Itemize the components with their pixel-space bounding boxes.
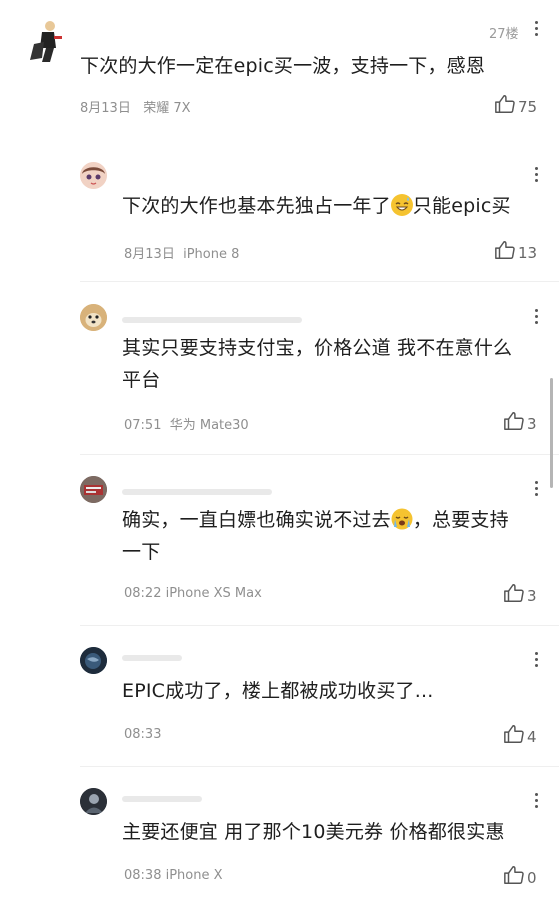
- reply-time: 08:38: [124, 868, 162, 883]
- like-count: 75: [518, 98, 538, 116]
- like-count: 3: [527, 587, 537, 605]
- comment-text: 下次的大作一定在epic买一波，支持一下，感恩: [80, 55, 486, 77]
- scrollbar[interactable]: [550, 378, 553, 488]
- username: [122, 489, 272, 495]
- avatar[interactable]: [80, 162, 107, 189]
- thumbs-up-icon: [504, 725, 524, 743]
- more-options-icon[interactable]: [535, 309, 539, 327]
- like-count: 4: [527, 728, 537, 746]
- reply-text: 确实，一直白嫖也确实说不过去 ，总要支持 一下: [122, 504, 509, 568]
- reply-time: 08:33: [124, 727, 162, 742]
- username: [122, 796, 202, 802]
- like-button[interactable]: 0: [503, 864, 537, 886]
- avatar[interactable]: [80, 647, 107, 674]
- reply-date: 8月13日: [124, 247, 175, 262]
- reply-text-part: 确实，一直白嫖也确实说不过去: [122, 509, 391, 531]
- grinning-sweat-emoji-icon: [390, 194, 413, 216]
- thumbs-up-icon: [504, 866, 524, 884]
- reply-meta: 08:22 iPhone XS Max: [124, 586, 262, 601]
- like-count: 0: [527, 869, 537, 887]
- reply-text: EPIC成功了，楼上都被成功收买了...: [122, 680, 434, 702]
- more-options-icon[interactable]: [535, 21, 539, 39]
- like-button[interactable]: 3: [503, 582, 537, 604]
- comment-device: 荣耀 7X: [143, 101, 191, 116]
- reply-text-line: 一下: [122, 541, 161, 563]
- like-count: 3: [527, 415, 537, 433]
- reply-meta: 08:38 iPhone X: [124, 868, 223, 883]
- like-button[interactable]: 13: [494, 239, 537, 261]
- more-options-icon[interactable]: [535, 793, 539, 811]
- thumbs-up-icon: [504, 584, 524, 602]
- more-options-icon[interactable]: [535, 167, 539, 185]
- reply-time: 08:22: [124, 586, 162, 601]
- reply-device: iPhone 8: [183, 247, 240, 262]
- like-button[interactable]: 75: [494, 93, 537, 115]
- reply-text-line: 其实只要支持支付宝，价格公道 我不在意什么: [122, 337, 513, 359]
- divider: [80, 281, 559, 282]
- like-button[interactable]: 3: [503, 410, 537, 432]
- avatar[interactable]: [80, 304, 107, 331]
- thumbs-up-icon: [504, 412, 524, 430]
- more-options-icon[interactable]: [535, 481, 539, 499]
- floor-number: 27楼: [489, 27, 519, 42]
- reply-text-line: 确实，一直白嫖也确实说不过去 ，总要支持: [122, 504, 509, 536]
- reply-text-part: 只能epic买: [412, 195, 511, 217]
- reply-device: 华为 Mate30: [169, 418, 249, 433]
- username: [122, 655, 182, 661]
- thumbs-up-icon: [495, 241, 515, 259]
- like-button[interactable]: 4: [503, 723, 537, 745]
- more-options-icon[interactable]: [535, 652, 539, 670]
- divider: [80, 766, 559, 767]
- reply-text: 主要还便宜 用了那个10美元券 价格都很实惠: [122, 821, 505, 843]
- comment-date: 8月13日: [80, 101, 131, 116]
- like-count: 13: [518, 244, 538, 262]
- comment-meta: 8月13日 荣耀 7X: [80, 97, 191, 116]
- divider: [80, 454, 559, 455]
- reply-text-line: 平台: [122, 369, 161, 391]
- reply-text-part: 下次的大作也基本先独占一年了: [122, 195, 391, 217]
- reply-text: 其实只要支持支付宝，价格公道 我不在意什么 平台: [122, 332, 512, 396]
- reply-meta: 07:51 华为 Mate30: [124, 414, 249, 433]
- reply-device: iPhone XS Max: [165, 586, 262, 601]
- avatar[interactable]: [80, 788, 107, 815]
- reply-meta: 08:33: [124, 727, 161, 742]
- reply-device: iPhone X: [165, 868, 223, 883]
- avatar[interactable]: [20, 18, 66, 64]
- avatar[interactable]: [80, 476, 107, 503]
- thumbs-up-icon: [495, 95, 515, 113]
- reply-time: 07:51: [124, 418, 162, 433]
- reply-meta: 8月13日 iPhone 8: [124, 243, 239, 262]
- username: [122, 317, 302, 323]
- reply-text-part: ，总要支持: [412, 509, 509, 531]
- crying-emoji-icon: [391, 508, 413, 530]
- reply-text: 下次的大作也基本先独占一年了 只能epic买: [122, 190, 511, 222]
- divider: [80, 625, 559, 626]
